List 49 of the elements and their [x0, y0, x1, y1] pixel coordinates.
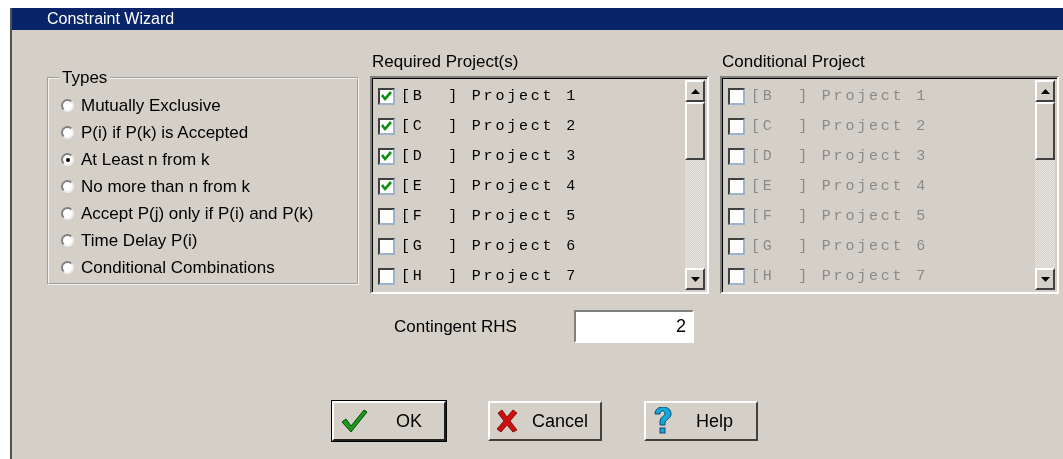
option-label[interactable]: Accept P(j) only if P(i) and P(k) [81, 203, 314, 224]
field-label: Contingent RHS [394, 316, 518, 337]
down-arrow-icon [1040, 276, 1050, 282]
project-label[interactable]: [H ] Project 7 [401, 267, 579, 285]
checkbox[interactable] [378, 87, 395, 105]
checkbox[interactable] [378, 207, 395, 225]
option-label[interactable]: No more than n from k [81, 176, 251, 197]
radio-button[interactable] [61, 99, 74, 112]
scroll-down-button[interactable] [685, 268, 705, 290]
checkbox[interactable] [378, 177, 395, 195]
option-label[interactable]: Conditional Combinations [81, 257, 275, 278]
up-arrow-icon [690, 88, 700, 94]
check-icon [340, 408, 368, 434]
option-label[interactable]: P(i) if P(k) is Accepted [81, 122, 249, 143]
project-label[interactable]: [F ] Project 5 [401, 207, 579, 225]
project-label[interactable]: [D ] Project 3 [401, 147, 579, 165]
scrollbar-thumb[interactable] [685, 102, 705, 160]
list-label: Conditional Project [721, 52, 865, 73]
input-field[interactable]: 2 [574, 310, 694, 343]
radio-button[interactable] [61, 234, 74, 247]
help-button[interactable]: Help [644, 401, 758, 441]
project-label[interactable]: [G ] Project 6 [401, 237, 579, 255]
project-label[interactable]: [E ] Project 4 [401, 177, 579, 195]
scroll-up-button[interactable] [685, 80, 705, 102]
list-label: Required Project(s) [371, 52, 519, 73]
group-label: Types [61, 68, 109, 88]
cancel-button[interactable]: Cancel [488, 401, 602, 441]
x-icon [496, 409, 518, 433]
checkbox[interactable] [378, 237, 395, 255]
radio-button[interactable] [61, 180, 74, 193]
radio-button[interactable] [61, 126, 74, 139]
checkbox[interactable] [378, 117, 395, 135]
up-arrow-icon [1040, 88, 1050, 94]
option-label[interactable]: Mutually Exclusive [81, 95, 221, 116]
radio-button[interactable] [61, 261, 74, 274]
radio-button[interactable] [61, 207, 74, 220]
question-mark-icon [652, 407, 672, 435]
scrollbar[interactable] [685, 78, 707, 292]
project-list[interactable]: [B ] Project 1 [C ] Project 2 [D ] Project 3 [E ] Project 4 [F ] Project 5 [G ] Project 6 [H ] Project 7 [370, 76, 709, 294]
ok-button[interactable]: OK [332, 401, 446, 441]
option-label[interactable]: At Least n from k [81, 149, 210, 170]
project-label[interactable]: [C ] Project 2 [401, 117, 579, 135]
checkbox[interactable] [378, 147, 395, 165]
down-arrow-icon [690, 276, 700, 282]
option-label[interactable]: Time Delay P(i) [81, 230, 198, 251]
window-title: Constraint Wizard [12, 8, 1063, 30]
radio-button[interactable] [61, 153, 74, 166]
checkbox[interactable] [378, 267, 395, 285]
project-label[interactable]: [B ] Project 1 [401, 87, 579, 105]
